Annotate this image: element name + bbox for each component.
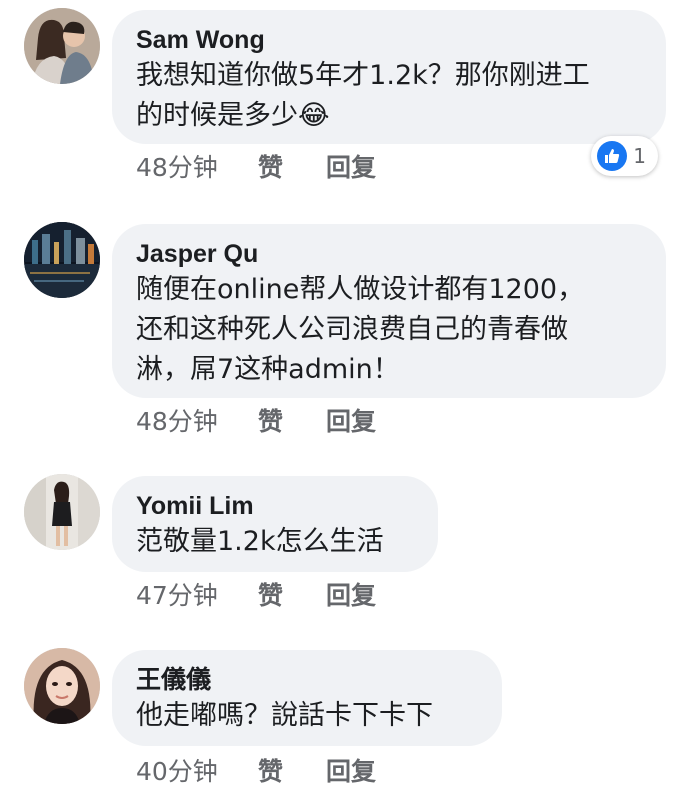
comment-bubble: 王儀儀 他走嘟嗎？說話卡下卡下: [112, 650, 502, 746]
like-button[interactable]: 赞: [258, 402, 326, 438]
comment-timestamp[interactable]: 47分钟: [136, 576, 258, 612]
comment-actions: 47分钟 赞 回复: [136, 576, 376, 612]
comment-bubble: Yomii Lim 范敬量1.2k怎么生活: [112, 476, 438, 572]
reaction-badge[interactable]: 1: [591, 136, 658, 176]
reaction-count: 1: [633, 144, 646, 168]
comment-text: 范敬量1.2k怎么生活: [136, 526, 384, 557]
comment-actions: 48分钟 赞 回复: [136, 148, 376, 184]
comment-actions: 48分钟 赞 回复: [136, 402, 376, 438]
like-reaction-icon: [597, 141, 628, 171]
comment-author[interactable]: 王儀儀: [136, 664, 478, 696]
avatar[interactable]: [24, 474, 100, 550]
comment-timestamp[interactable]: 48分钟: [136, 148, 258, 184]
avatar[interactable]: [24, 8, 100, 84]
reply-button[interactable]: 回复: [326, 576, 376, 612]
like-button[interactable]: 赞: [258, 148, 326, 184]
comment-text: 随便在online帮人做设计都有1200， 还和这种死人公司浪费自己的青春做 淋…: [136, 274, 585, 385]
comment-actions: 40分钟 赞 回复: [136, 752, 376, 788]
comment-author[interactable]: Jasper Qu: [136, 238, 642, 270]
comment-author[interactable]: Yomii Lim: [136, 490, 414, 522]
like-button[interactable]: 赞: [258, 576, 326, 612]
comment-timestamp[interactable]: 48分钟: [136, 402, 258, 438]
reply-button[interactable]: 回复: [326, 402, 376, 438]
avatar[interactable]: [24, 648, 100, 724]
like-button[interactable]: 赞: [258, 752, 326, 788]
comment-timestamp[interactable]: 40分钟: [136, 752, 258, 788]
comment-bubble: Jasper Qu 随便在online帮人做设计都有1200， 还和这种死人公司…: [112, 224, 666, 398]
avatar[interactable]: [24, 222, 100, 298]
comment-text: 他走嘟嗎？說話卡下卡下: [136, 700, 433, 731]
reply-button[interactable]: 回复: [326, 752, 376, 788]
comment-text: 我想知道你做5年才1.2k？那你刚进工 的时候是多少😂: [136, 60, 590, 131]
comment-author[interactable]: Sam Wong: [136, 24, 642, 56]
comment-bubble: Sam Wong 我想知道你做5年才1.2k？那你刚进工 的时候是多少😂: [112, 10, 666, 144]
reply-button[interactable]: 回复: [326, 148, 376, 184]
